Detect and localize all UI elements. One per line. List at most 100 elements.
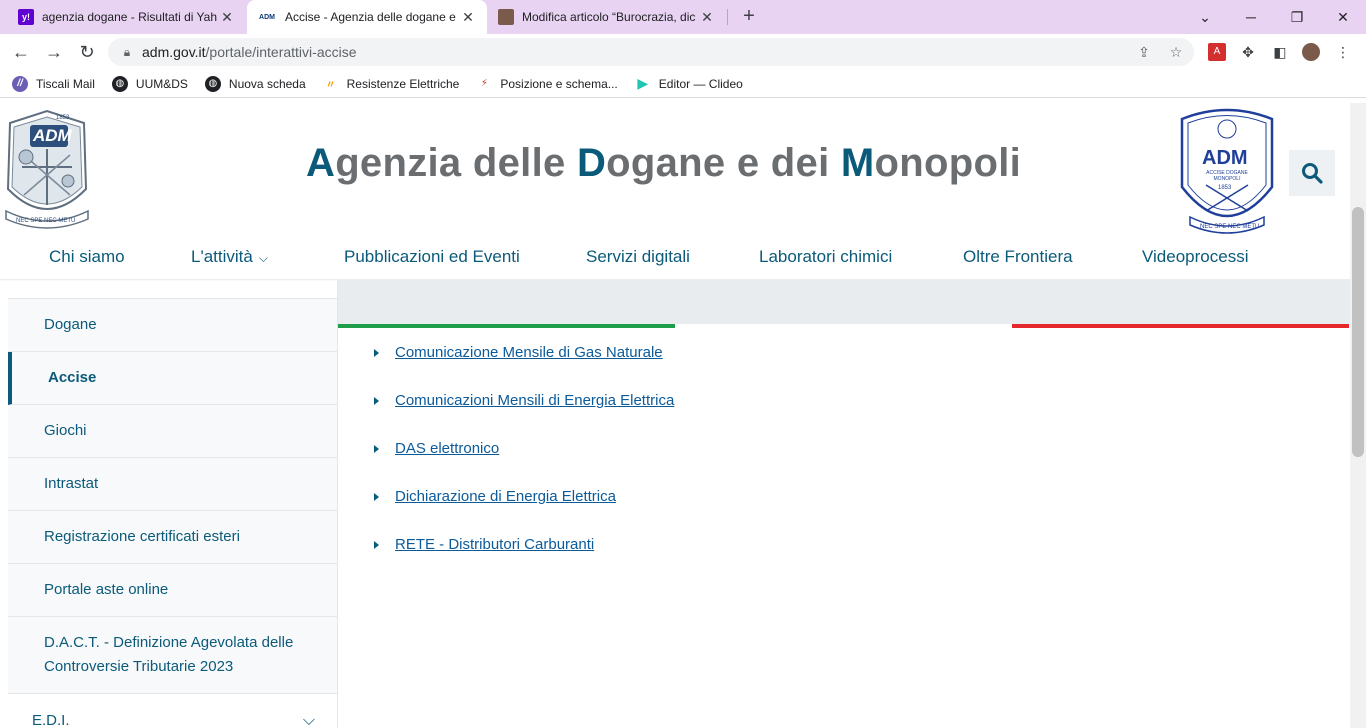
restore-icon[interactable]: ❐ bbox=[1274, 0, 1320, 34]
sidebar-item-label: Registrazione certificati esteri bbox=[44, 528, 240, 545]
profile-avatar-icon[interactable] bbox=[1302, 43, 1320, 61]
url-text[interactable]: adm.gov.it/portale/interattivi-accise bbox=[142, 44, 357, 60]
play-icon: ▶ bbox=[637, 75, 649, 91]
sidebar-item-dogane[interactable]: Dogane bbox=[8, 299, 337, 352]
site-title[interactable]: Agenzia delle Dogane e dei Monopoli bbox=[306, 141, 1021, 186]
bookmark-label: Posizione e schema... bbox=[500, 76, 618, 91]
sidebar-item-label: Giochi bbox=[44, 422, 87, 439]
bookmark-star-icon[interactable]: ☆ bbox=[1168, 44, 1184, 60]
list-item: RETE - Distributori Carburanti bbox=[372, 536, 872, 553]
flag-stripe-green bbox=[338, 324, 675, 328]
browser-tab-modifica[interactable]: Modifica articolo “Burocrazia, dic ✕ bbox=[488, 0, 726, 34]
web-page: ADM 1853 NEC SPE NEC METU Agenzia delle … bbox=[0, 103, 1350, 728]
logo-right-subtitle: ACCISE DOGANE MONOPOLI bbox=[1206, 170, 1248, 182]
nav-item-chi-siamo[interactable]: Chi siamo bbox=[49, 247, 125, 267]
bookmark-uumds[interactable]: ◍ UUM&DS bbox=[111, 75, 188, 92]
bullet-caret-icon bbox=[374, 444, 379, 453]
chevron-down-icon[interactable]: ⌵ bbox=[303, 709, 315, 728]
bookmark-label: Nuova scheda bbox=[228, 76, 306, 91]
sidebar-item-intrastat[interactable]: Intrastat bbox=[8, 458, 337, 511]
bullet-caret-icon bbox=[374, 540, 379, 549]
link-dichiarazione-energia[interactable]: Dichiarazione di Energia Elettrica bbox=[395, 488, 616, 505]
address-bar[interactable]: 🔒︎ adm.gov.it/portale/interattivi-accise… bbox=[108, 38, 1194, 66]
window-close-icon[interactable]: ✕ bbox=[1320, 0, 1366, 34]
new-tab-button[interactable]: + bbox=[737, 5, 761, 29]
bookmark-posizione-schema[interactable]: ⚡︎ Posizione e schema... bbox=[476, 76, 618, 92]
sidebar-item-label: D.A.C.T. - Definizione Agevolata delle C… bbox=[44, 634, 294, 675]
logo-right-text: ADM bbox=[1202, 147, 1248, 169]
content-header-band bbox=[338, 280, 1350, 324]
close-icon[interactable]: ✕ bbox=[698, 9, 716, 26]
lock-icon[interactable]: 🔒︎ bbox=[112, 45, 142, 60]
nav-item-oltre-frontiera[interactable]: Oltre Frontiera bbox=[963, 247, 1073, 267]
bookmark-label: UUM&DS bbox=[135, 76, 188, 91]
search-button[interactable] bbox=[1289, 150, 1335, 196]
scrollbar-thumb[interactable] bbox=[1352, 207, 1364, 457]
browser-tab-accise[interactable]: ADM Accise - Agenzia delle dogane e d ✕ bbox=[247, 0, 487, 34]
list-item: Comunicazione Mensile di Gas Naturale bbox=[372, 344, 872, 361]
globe-icon: ◍ bbox=[204, 75, 221, 92]
link-gas-naturale[interactable]: Comunicazione Mensile di Gas Naturale bbox=[395, 344, 663, 361]
extensions-puzzle-icon[interactable]: ✥ bbox=[1239, 43, 1257, 61]
list-item: Dichiarazione di Energia Elettrica bbox=[372, 488, 872, 505]
main-navigation: Chi siamo L'attività ⌵ Pubblicazioni ed E… bbox=[0, 243, 1350, 281]
bookmark-resistenze-elettriche[interactable]: 〃 Resistenze Elettriche bbox=[323, 76, 460, 92]
tab-title: agenzia dogane - Risultati di Yah bbox=[42, 10, 218, 24]
sidebar-item-giochi[interactable]: Giochi bbox=[8, 405, 337, 458]
browser-tab-yahoo[interactable]: y! agenzia dogane - Risultati di Yah ✕ bbox=[8, 0, 246, 34]
sidebar-item-edi[interactable]: E.D.I. ⌵ bbox=[8, 694, 337, 728]
back-icon[interactable]: ← bbox=[8, 39, 34, 65]
pdf-extension-icon[interactable]: A bbox=[1208, 43, 1226, 61]
bookmark-tiscali-mail[interactable]: // Tiscali Mail bbox=[12, 75, 95, 92]
sidebar-item-registrazione-certificati[interactable]: Registrazione certificati esteri bbox=[8, 511, 337, 564]
nav-item-laboratori-chimici[interactable]: Laboratori chimici bbox=[759, 247, 892, 267]
bookmark-nuova-scheda[interactable]: ◍ Nuova scheda bbox=[204, 75, 306, 92]
sidebar-item-label: Accise bbox=[48, 369, 97, 386]
link-das-elettronico[interactable]: DAS elettronico bbox=[395, 440, 499, 457]
sidebar-border bbox=[337, 280, 338, 728]
bullet-caret-icon bbox=[374, 348, 379, 357]
tab-separator bbox=[727, 9, 728, 25]
schema-icon: ⚡︎ bbox=[480, 78, 488, 89]
browser-toolbar: ← → ↻ 🔒︎ adm.gov.it/portale/interattivi-… bbox=[0, 34, 1366, 70]
logo-right-motto: NEC SPE NEC METU bbox=[1200, 224, 1260, 230]
sidebar-item-accise[interactable]: Accise bbox=[8, 352, 337, 405]
tab-search-icon[interactable]: ⌄ bbox=[1182, 0, 1228, 34]
sidebar-item-label: E.D.I. bbox=[32, 711, 70, 728]
nav-item-videoprocessi[interactable]: Videoprocessi bbox=[1142, 247, 1248, 267]
share-icon[interactable]: ⇪ bbox=[1136, 44, 1152, 60]
title-part: M bbox=[840, 141, 875, 185]
nav-item-pubblicazioni[interactable]: Pubblicazioni ed Eventi bbox=[344, 247, 520, 267]
minimize-icon[interactable]: ─ bbox=[1228, 0, 1274, 34]
logo-right-year: 1853 bbox=[1218, 185, 1232, 191]
kebab-menu-icon[interactable]: ⋮ bbox=[1334, 43, 1352, 61]
tiscali-icon: // bbox=[12, 75, 28, 92]
side-panel-icon[interactable]: ◧ bbox=[1271, 43, 1289, 61]
url-host: adm.gov.it bbox=[142, 44, 206, 60]
link-rete-distributori[interactable]: RETE - Distributori Carburanti bbox=[395, 536, 594, 553]
sidebar-item-portale-aste[interactable]: Portale aste online bbox=[8, 564, 337, 617]
chevron-down-icon: ⌵ bbox=[258, 251, 268, 265]
avatar-icon bbox=[498, 9, 514, 25]
close-icon[interactable]: ✕ bbox=[459, 9, 477, 26]
adm-logo-left[interactable]: ADM 1853 NEC SPE NEC METU bbox=[4, 109, 90, 235]
flag-stripe-white bbox=[675, 324, 1012, 328]
logo-left-text: ADM bbox=[33, 126, 72, 145]
sidebar-item-dact[interactable]: D.A.C.T. - Definizione Agevolata delle C… bbox=[8, 617, 337, 694]
link-energia-elettrica-mensili[interactable]: Comunicazioni Mensili di Energia Elettri… bbox=[395, 392, 674, 409]
bookmark-editor-clideo[interactable]: ▶ Editor — Clideo bbox=[635, 75, 742, 92]
page-scrollbar[interactable] bbox=[1350, 103, 1366, 728]
nav-item-attivita[interactable]: L'attività ⌵ bbox=[191, 247, 268, 267]
sidebar-item-label: Intrastat bbox=[44, 475, 99, 492]
yahoo-icon: y! bbox=[18, 9, 34, 25]
bullet-caret-icon bbox=[374, 396, 379, 405]
title-part: ogane e dei bbox=[606, 141, 841, 185]
reload-icon[interactable]: ↻ bbox=[74, 39, 100, 65]
url-path: /portale/interattivi-accise bbox=[205, 44, 357, 60]
close-icon[interactable]: ✕ bbox=[218, 9, 236, 26]
forward-icon[interactable]: → bbox=[41, 39, 67, 65]
logo-left-motto: NEC SPE NEC METU bbox=[16, 218, 76, 224]
adm-logo-right[interactable]: ADM ACCISE DOGANE MONOPOLI 1853 NEC SPE … bbox=[1178, 107, 1276, 239]
title-part: genzia delle bbox=[335, 141, 577, 185]
nav-item-servizi-digitali[interactable]: Servizi digitali bbox=[586, 247, 690, 267]
